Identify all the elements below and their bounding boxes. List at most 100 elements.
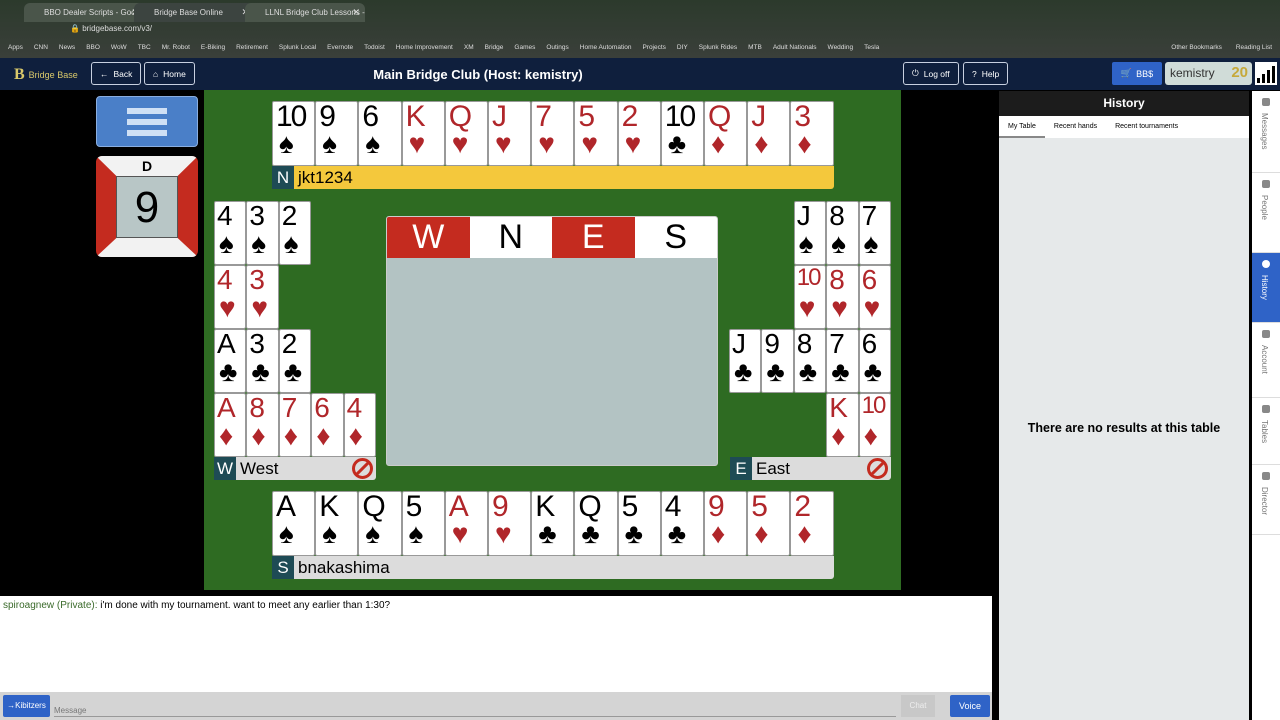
card-10-club[interactable]: 10 ♣ [660,101,704,166]
card-3-diamond[interactable]: 3 ♦ [790,101,834,166]
bookmark-item[interactable]: Splunk Rides [699,44,737,51]
card-7-diamond[interactable]: 7 ♦ [278,393,312,457]
card-4-heart[interactable]: 4 ♥ [214,265,247,329]
card-9-heart[interactable]: 9 ♥ [488,491,532,556]
close-icon[interactable]: ✕ [352,7,360,18]
card-4-diamond[interactable]: 4 ♦ [343,393,376,457]
message-input[interactable]: Message [54,697,896,717]
bookmark-item[interactable]: WoW [111,44,127,51]
card-3-club[interactable]: 3 ♣ [246,329,279,393]
bookmark-item[interactable]: Splunk Local [279,44,316,51]
card-3-spade[interactable]: 3 ♠ [246,201,279,265]
side-tab-history[interactable]: History [1252,253,1280,323]
bookmark-item[interactable]: BBO [86,44,100,51]
card-A-spade[interactable]: A ♠ [272,491,316,556]
card-4-club[interactable]: 4 ♣ [660,491,704,556]
bookmark-item[interactable]: CNN [34,44,48,51]
card-6-heart[interactable]: 6 ♥ [858,265,891,329]
card-5-spade[interactable]: 5 ♠ [401,491,445,556]
card-8-spade[interactable]: 8 ♠ [826,201,859,265]
player-name[interactable]: East [756,459,790,479]
card-K-diamond[interactable]: K ♦ [826,393,859,457]
card-10-spade[interactable]: 10 ♠ [272,101,316,166]
side-tab-tables[interactable]: Tables [1252,398,1280,465]
player-name[interactable]: bnakashima [298,558,390,578]
card-5-heart[interactable]: 5 ♥ [574,101,618,166]
card-Q-spade[interactable]: Q ♠ [358,491,402,556]
card-J-club[interactable]: J ♣ [729,329,762,393]
card-K-heart[interactable]: K ♥ [401,101,445,166]
card-4-spade[interactable]: 4 ♠ [214,201,247,265]
side-tab-director[interactable]: Director [1252,465,1280,535]
card-A-heart[interactable]: A ♥ [444,491,488,556]
card-2-spade[interactable]: 2 ♠ [278,201,312,265]
card-5-diamond[interactable]: 5 ♦ [747,491,791,556]
bookmark-item[interactable]: Evernote [327,44,353,51]
card-3-heart[interactable]: 3 ♥ [246,265,279,329]
logoff-button[interactable]: ⏻ Log off [903,62,959,85]
card-10-heart[interactable]: 10 ♥ [793,265,827,329]
bookmark-item[interactable]: News [59,44,75,51]
card-2-diamond[interactable]: 2 ♦ [790,491,834,556]
bookmark-item[interactable]: Other Bookmarks [1171,44,1222,51]
card-2-club[interactable]: 2 ♣ [278,329,312,393]
bookmark-item[interactable]: Projects [642,44,665,51]
side-tab-people[interactable]: People [1252,173,1280,253]
card-Q-heart[interactable]: Q ♥ [444,101,488,166]
card-J-diamond[interactable]: J ♦ [747,101,791,166]
user-badge[interactable]: kemistry 20 [1165,62,1252,85]
bookmark-item[interactable]: Wedding [828,44,854,51]
side-tab-account[interactable]: Account [1252,323,1280,398]
chat-send-button[interactable]: Chat [901,695,935,717]
bookmark-item[interactable]: Tesla [864,44,879,51]
bookmark-item[interactable]: Reading List [1236,44,1272,51]
bookmark-item[interactable]: Todoist [364,44,385,51]
card-Q-diamond[interactable]: Q ♦ [704,101,748,166]
card-6-diamond[interactable]: 6 ♦ [311,393,344,457]
help-button[interactable]: ? Help [963,62,1009,85]
card-5-club[interactable]: 5 ♣ [617,491,661,556]
address-bar[interactable]: 🔒 bridgebase.com/v3/ [70,24,152,33]
card-7-spade[interactable]: 7 ♠ [858,201,891,265]
tab-recent-tournaments[interactable]: Recent tournaments [1106,116,1187,138]
card-7-heart[interactable]: 7 ♥ [531,101,575,166]
bookmark-item[interactable]: Mr. Robot [162,44,190,51]
bookmark-item[interactable]: DIY [677,44,688,51]
voice-button[interactable]: Voice [950,695,990,717]
bookmark-item[interactable]: MTB [748,44,762,51]
chat-sender[interactable]: spiroagnew (Private): [3,600,97,611]
side-tab-messages[interactable]: Messages [1252,91,1280,173]
bookmark-item[interactable]: TBC [138,44,151,51]
player-name[interactable]: jkt1234 [298,168,353,188]
browser-tab[interactable]: LLNL Bridge Club Lessons - C ✕ [245,3,365,22]
chat-target-button[interactable]: →Kibitzers [3,695,50,717]
browser-tab[interactable]: BBO Dealer Scripts - Google S✕ [24,3,144,22]
card-9-diamond[interactable]: 9 ♦ [704,491,748,556]
card-J-spade[interactable]: J ♠ [793,201,827,265]
player-name[interactable]: West [240,459,278,479]
bookmark-item[interactable]: Home Improvement [396,44,453,51]
bookmark-item[interactable]: E-Biking [201,44,225,51]
browser-tab-active[interactable]: Bridge Base Online✕ [134,3,254,22]
card-9-club[interactable]: 9 ♣ [761,329,794,393]
card-8-heart[interactable]: 8 ♥ [826,265,859,329]
card-A-diamond[interactable]: A ♦ [214,393,247,457]
bookmark-item[interactable]: Adult Nationals [773,44,817,51]
card-K-spade[interactable]: K ♠ [315,491,359,556]
card-A-club[interactable]: A ♣ [214,329,247,393]
bookmark-item[interactable]: XM [464,44,474,51]
card-8-club[interactable]: 8 ♣ [793,329,827,393]
card-6-spade[interactable]: 6 ♠ [358,101,402,166]
card-10-diamond[interactable]: 10 ♦ [858,393,891,457]
card-J-heart[interactable]: J ♥ [488,101,532,166]
tab-recent-hands[interactable]: Recent hands [1045,116,1106,138]
bookmark-item[interactable]: Retirement [236,44,268,51]
bookmark-item[interactable]: Apps [8,44,23,51]
bbs-button[interactable]: 🛒 BB$ [1112,62,1162,85]
bookmark-item[interactable]: Outings [546,44,568,51]
tab-my-table[interactable]: My Table [999,116,1045,138]
bookmark-item[interactable]: Games [514,44,535,51]
bookmark-item[interactable]: Bridge [485,44,504,51]
card-8-diamond[interactable]: 8 ♦ [246,393,279,457]
card-6-club[interactable]: 6 ♣ [858,329,891,393]
